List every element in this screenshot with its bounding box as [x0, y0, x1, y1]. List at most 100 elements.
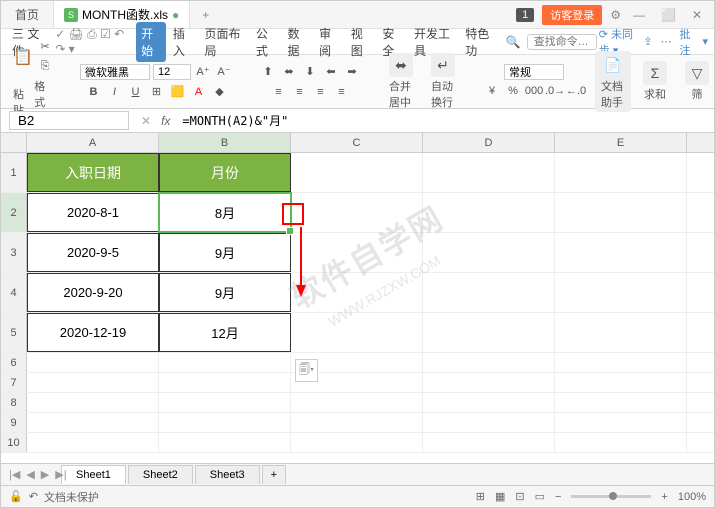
justify-icon[interactable]: ≡	[333, 83, 351, 101]
font-name-select[interactable]	[80, 64, 150, 80]
command-search[interactable]	[527, 34, 597, 50]
sheet-tab-1[interactable]: Sheet1	[61, 465, 126, 484]
align-left-icon[interactable]: ≡	[270, 83, 288, 101]
tab-formula[interactable]: 公式	[251, 22, 281, 62]
align-center-icon[interactable]: ≡	[291, 83, 309, 101]
cell-b5[interactable]: 12月	[159, 313, 291, 352]
tab-review[interactable]: 审阅	[314, 22, 344, 62]
number-format-select[interactable]	[504, 64, 564, 80]
merge-center-button[interactable]: ⬌ 合并居中	[383, 51, 419, 112]
col-header-d[interactable]: D	[423, 133, 555, 152]
cell-a3[interactable]: 2020-9-5	[27, 233, 159, 272]
underline-icon[interactable]: U	[127, 83, 145, 101]
new-tab-button[interactable]: +	[190, 8, 221, 22]
sheet-tab-3[interactable]: Sheet3	[195, 465, 260, 484]
share-icon[interactable]: ⇪	[643, 35, 652, 48]
maximize-button[interactable]: ⬜	[657, 8, 680, 22]
currency-icon[interactable]: ¥	[483, 82, 501, 100]
align-right-icon[interactable]: ≡	[312, 83, 330, 101]
align-top-icon[interactable]: ⬆	[259, 63, 277, 81]
zoom-in-icon[interactable]: +	[661, 491, 667, 503]
back-icon[interactable]: ↶	[29, 490, 38, 503]
header-month[interactable]: 月份	[159, 153, 291, 192]
cut-icon[interactable]: ✂	[36, 38, 54, 56]
col-header-e[interactable]: E	[555, 133, 687, 152]
cell-a4[interactable]: 2020-9-20	[27, 273, 159, 312]
zoom-slider[interactable]	[571, 495, 651, 498]
row-header-1[interactable]: 1	[1, 153, 27, 192]
increase-font-icon[interactable]: A⁺	[194, 63, 212, 81]
tab-layout[interactable]: 页面布局	[200, 22, 249, 62]
col-header-a[interactable]: A	[27, 133, 159, 152]
indent-left-icon[interactable]: ⬅	[322, 63, 340, 81]
sheet-tab-2[interactable]: Sheet2	[128, 465, 193, 484]
cell-b4[interactable]: 9月	[159, 273, 291, 312]
decimal-inc-icon[interactable]: .0→	[546, 82, 564, 100]
paste-icon[interactable]: 📋	[13, 47, 33, 67]
cell-b2-active[interactable]: 8月	[159, 193, 291, 232]
comma-icon[interactable]: 000	[525, 82, 543, 100]
tab-special[interactable]: 特色功	[460, 22, 499, 62]
add-sheet-button[interactable]: +	[262, 465, 286, 484]
fx-cancel-icon[interactable]: ✕	[137, 114, 155, 128]
align-bottom-icon[interactable]: ⬇	[301, 63, 319, 81]
fx-icon[interactable]: fx	[155, 114, 176, 128]
row-header-2[interactable]: 2	[1, 193, 27, 232]
percent-icon[interactable]: %	[504, 82, 522, 100]
font-size-select[interactable]	[153, 64, 191, 80]
more-icon[interactable]: ⋯	[661, 35, 672, 48]
row-header-3[interactable]: 3	[1, 233, 27, 272]
cell-a5[interactable]: 2020-12-19	[27, 313, 159, 352]
formula-input[interactable]: =MONTH(A2)&"月"	[176, 111, 714, 130]
row-header-7[interactable]: 7	[1, 373, 27, 392]
view-read-icon[interactable]: ▭	[535, 490, 545, 503]
view-break-icon[interactable]: ⊡	[515, 490, 524, 503]
auto-wrap-button[interactable]: ↵ 自动换行	[425, 51, 461, 112]
indent-right-icon[interactable]: ➡	[343, 63, 361, 81]
filter-button[interactable]: ▽ 筛	[679, 59, 715, 104]
tab-view[interactable]: 视图	[346, 22, 376, 62]
row-header-9[interactable]: 9	[1, 413, 27, 432]
notification-badge[interactable]: 1	[516, 8, 534, 22]
sum-button[interactable]: Σ 求和	[637, 59, 673, 104]
header-date[interactable]: 入职日期	[27, 153, 159, 192]
guest-login-button[interactable]: 访客登录	[542, 5, 602, 25]
view-page-icon[interactable]: ▦	[495, 490, 505, 503]
border-icon[interactable]: ⊞	[148, 83, 166, 101]
tab-start[interactable]: 开始	[136, 22, 166, 62]
sheet-nav-prev-icon[interactable]: ◀	[26, 468, 34, 481]
row-header-5[interactable]: 5	[1, 313, 27, 352]
highlight-icon[interactable]: ◆	[211, 83, 229, 101]
cell-b3[interactable]: 9月	[159, 233, 291, 272]
row-header-4[interactable]: 4	[1, 273, 27, 312]
sheet-nav-first-icon[interactable]: |◀	[9, 468, 20, 481]
doc-helper-button[interactable]: 📄 文档助手	[595, 51, 631, 112]
bold-icon[interactable]: B	[85, 83, 103, 101]
font-color-icon[interactable]: A	[190, 83, 208, 101]
cell-reference-input[interactable]	[9, 111, 129, 130]
row-header-8[interactable]: 8	[1, 393, 27, 412]
sheet-nav-last-icon[interactable]: ▶|	[55, 468, 66, 481]
tab-data[interactable]: 数据	[282, 22, 312, 62]
row-header-10[interactable]: 10	[1, 433, 27, 452]
tab-insert[interactable]: 插入	[168, 22, 198, 62]
settings-icon[interactable]: ⚙	[610, 8, 621, 22]
sheet-nav-next-icon[interactable]: ▶	[41, 468, 49, 481]
row-header-6[interactable]: 6	[1, 353, 27, 372]
view-normal-icon[interactable]: ⊞	[476, 490, 485, 503]
quick-access[interactable]: ✓ 🖨 ⎙ ☑ ↶ ↷ ▾	[51, 27, 134, 56]
align-middle-icon[interactable]: ⬌	[280, 63, 298, 81]
fill-color-icon[interactable]: 🟨	[169, 83, 187, 101]
chevron-down-icon[interactable]: ▾	[702, 35, 708, 48]
copy-icon[interactable]: ⎘	[36, 58, 54, 76]
zoom-out-icon[interactable]: −	[555, 491, 561, 503]
cell-a2[interactable]: 2020-8-1	[27, 193, 159, 232]
autofill-options-icon[interactable]: 🗐▾	[295, 359, 318, 382]
italic-icon[interactable]: I	[106, 83, 124, 101]
decimal-dec-icon[interactable]: ←.0	[567, 82, 585, 100]
select-all-corner[interactable]	[1, 133, 27, 152]
decrease-font-icon[interactable]: A⁻	[215, 63, 233, 81]
col-header-b[interactable]: B	[159, 133, 291, 152]
zoom-level[interactable]: 100%	[678, 491, 706, 503]
minimize-button[interactable]: —	[629, 8, 649, 22]
